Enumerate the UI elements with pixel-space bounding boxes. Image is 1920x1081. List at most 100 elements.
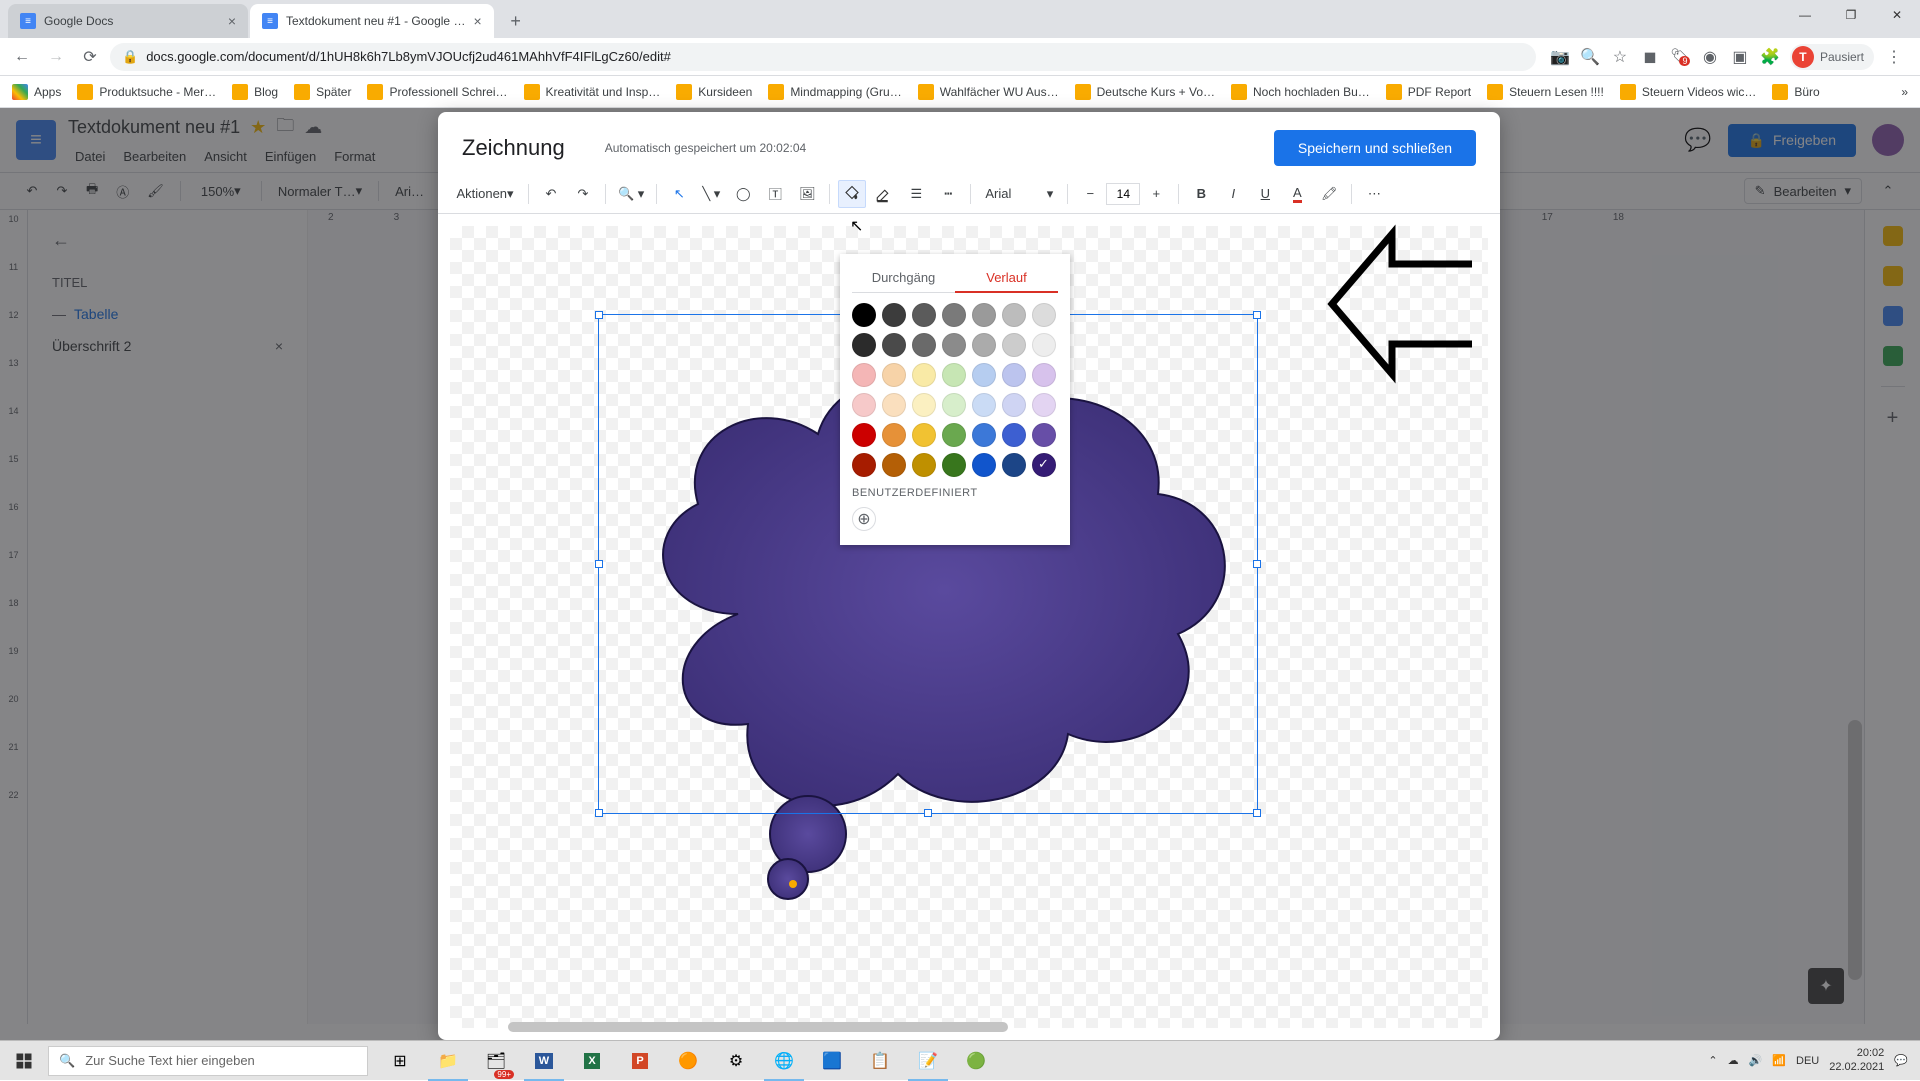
bookmark-item[interactable]: PDF Report	[1386, 84, 1471, 100]
taskbar-notepad[interactable]: 📝	[904, 1041, 952, 1081]
taskbar-chrome[interactable]: 🌐	[760, 1041, 808, 1081]
color-swatch[interactable]	[1032, 423, 1056, 447]
color-swatch[interactable]	[852, 363, 876, 387]
taskbar-word[interactable]: W	[520, 1041, 568, 1081]
bookmark-item[interactable]: Deutsche Kurs + Vo…	[1075, 84, 1215, 100]
bookmark-item[interactable]: Kursideen	[676, 84, 752, 100]
add-custom-color-button[interactable]: ⊕	[852, 507, 876, 531]
resize-handle[interactable]	[924, 809, 932, 817]
color-swatch[interactable]	[912, 453, 936, 477]
color-swatch[interactable]	[852, 423, 876, 447]
tray-lang[interactable]: DEU	[1796, 1055, 1819, 1067]
taskbar-spotify[interactable]: 🟢	[952, 1041, 1000, 1081]
apps-button[interactable]: Apps	[12, 84, 61, 100]
ext2-icon[interactable]: 🏷9	[1670, 47, 1690, 67]
select-tool[interactable]: ↖	[665, 180, 693, 208]
bookmark-item[interactable]: Steuern Videos wic…	[1620, 84, 1757, 100]
color-swatch[interactable]	[912, 363, 936, 387]
close-icon[interactable]: ×	[228, 13, 236, 29]
bookmarks-overflow[interactable]: »	[1901, 85, 1908, 99]
font-select[interactable]: Arial▾	[979, 180, 1059, 208]
scroll-thumb[interactable]	[508, 1022, 1008, 1032]
horizontal-scrollbar[interactable]	[508, 1022, 1120, 1032]
undo-button[interactable]: ↶	[537, 180, 565, 208]
image-tool[interactable]: 🖼	[793, 180, 821, 208]
ext1-icon[interactable]: ◼	[1640, 47, 1660, 67]
color-swatch[interactable]	[1032, 333, 1056, 357]
color-swatch[interactable]	[972, 423, 996, 447]
extensions-icon[interactable]: 🧩	[1760, 47, 1780, 67]
tab-document[interactable]: ≡ Textdokument neu #1 - Google … ×	[250, 4, 494, 38]
bookmark-item[interactable]: Büro	[1772, 84, 1819, 100]
taskbar-explorer[interactable]: 📁	[424, 1041, 472, 1081]
star-icon[interactable]: ☆	[1610, 47, 1630, 67]
camera-icon[interactable]: 📷	[1550, 47, 1570, 67]
fill-color-button[interactable]	[838, 180, 866, 208]
notifications-button[interactable]: 💬	[1894, 1054, 1908, 1067]
new-tab-button[interactable]: +	[502, 7, 530, 35]
color-swatch[interactable]	[1002, 333, 1026, 357]
actions-menu[interactable]: Aktionen ▾	[450, 180, 520, 208]
color-swatch[interactable]	[882, 303, 906, 327]
color-swatch[interactable]	[912, 393, 936, 417]
color-swatch[interactable]	[972, 393, 996, 417]
ext3-icon[interactable]: ◉	[1700, 47, 1720, 67]
reload-button[interactable]: ⟳	[76, 43, 104, 71]
taskbar-app[interactable]: 🗂99+	[472, 1041, 520, 1081]
taskbar-search[interactable]: 🔍 Zur Suche Text hier eingeben	[48, 1046, 368, 1076]
color-swatch[interactable]	[1002, 423, 1026, 447]
tray-cloud-icon[interactable]: ☁	[1728, 1054, 1739, 1067]
bookmark-item[interactable]: Kreativität und Insp…	[524, 84, 661, 100]
line-tool[interactable]: ╲ ▾	[697, 180, 725, 208]
resize-handle[interactable]	[1253, 809, 1261, 817]
increase-size-button[interactable]: +	[1142, 180, 1170, 208]
shape-tool[interactable]: ◯	[729, 180, 757, 208]
color-swatch[interactable]	[852, 393, 876, 417]
ext4-icon[interactable]: ▣	[1730, 47, 1750, 67]
color-swatch[interactable]	[912, 333, 936, 357]
menu-icon[interactable]: ⋮	[1884, 47, 1904, 67]
color-swatch[interactable]	[1002, 363, 1026, 387]
bookmark-item[interactable]: Noch hochladen Bu…	[1231, 84, 1370, 100]
bookmark-item[interactable]: Professionell Schrei…	[367, 84, 507, 100]
color-swatch[interactable]	[882, 393, 906, 417]
more-button[interactable]: ⋯	[1360, 180, 1388, 208]
color-swatch[interactable]	[882, 333, 906, 357]
color-swatch[interactable]	[852, 333, 876, 357]
save-and-close-button[interactable]: Speichern und schließen	[1274, 130, 1476, 166]
highlight-button[interactable]: 🖍	[1315, 180, 1343, 208]
zoom-icon[interactable]: 🔍	[1580, 47, 1600, 67]
resize-handle[interactable]	[1253, 311, 1261, 319]
resize-handle[interactable]	[595, 809, 603, 817]
close-icon[interactable]: ×	[473, 13, 481, 29]
tab-google-docs[interactable]: ≡ Google Docs ×	[8, 4, 248, 38]
drawing-canvas[interactable]: Durchgäng Verlauf Benutzerdefiniert ⊕ ↖	[438, 214, 1500, 1040]
bookmark-item[interactable]: Blog	[232, 84, 278, 100]
tab-gradient[interactable]: Verlauf	[955, 264, 1058, 293]
color-swatch[interactable]	[852, 453, 876, 477]
taskbar-app2[interactable]: 🟠	[664, 1041, 712, 1081]
color-swatch[interactable]	[1032, 453, 1056, 477]
color-swatch[interactable]	[972, 333, 996, 357]
taskbar-edge[interactable]: 🟦	[808, 1041, 856, 1081]
task-view-button[interactable]: ⊞	[376, 1041, 424, 1081]
bookmark-item[interactable]: Produktsuche - Mer…	[77, 84, 216, 100]
color-swatch[interactable]	[882, 423, 906, 447]
color-swatch[interactable]	[1032, 363, 1056, 387]
taskbar-obs[interactable]: ⚙	[712, 1041, 760, 1081]
color-swatch[interactable]	[942, 453, 966, 477]
zoom-button[interactable]: 🔍 ▾	[614, 180, 648, 208]
close-window-button[interactable]: ✕	[1874, 0, 1920, 30]
color-swatch[interactable]	[1032, 393, 1056, 417]
tray-wifi-icon[interactable]: 📶	[1772, 1054, 1786, 1067]
minimize-button[interactable]: —	[1782, 0, 1828, 30]
bold-button[interactable]: B	[1187, 180, 1215, 208]
arrow-shape[interactable]	[1322, 224, 1482, 424]
color-swatch[interactable]	[1002, 303, 1026, 327]
resize-handle[interactable]	[1253, 560, 1261, 568]
color-swatch[interactable]	[882, 363, 906, 387]
italic-button[interactable]: I	[1219, 180, 1247, 208]
color-swatch[interactable]	[972, 303, 996, 327]
tray-volume-icon[interactable]: 🔊	[1749, 1054, 1763, 1067]
color-swatch[interactable]	[882, 453, 906, 477]
